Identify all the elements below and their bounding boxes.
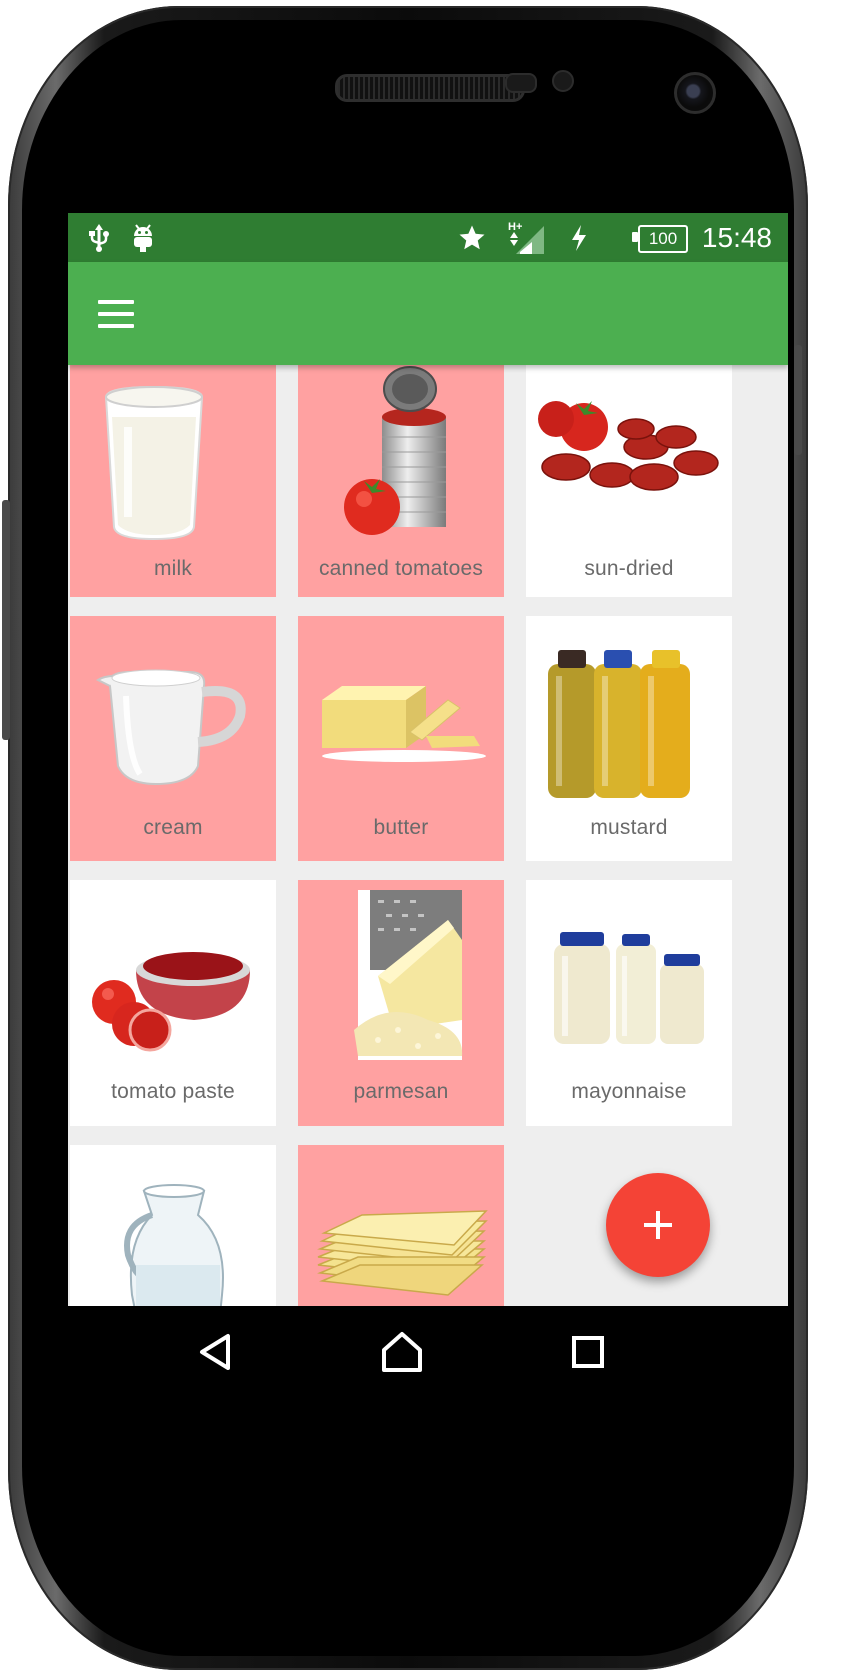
grid-item-label: sun-dried — [584, 557, 674, 580]
grid-item-label: tomato paste — [111, 1080, 235, 1103]
grid-item-label: butter — [373, 816, 429, 839]
mayonnaise-jars-image — [554, 932, 704, 1044]
app-toolbar — [68, 262, 788, 365]
front-camera — [674, 72, 716, 114]
status-time: 15:48 — [701, 222, 772, 253]
butter-image — [322, 686, 486, 762]
star-icon — [454, 213, 490, 262]
milk-glass-image — [104, 385, 204, 541]
android-debug-icon — [126, 213, 160, 262]
grid-item-milk[interactable]: milk — [70, 357, 276, 597]
plus-icon — [644, 1211, 672, 1239]
grid-item-mayonnaise[interactable]: mayonnaise — [526, 880, 732, 1126]
tomato-paste-image — [92, 952, 250, 1052]
earpiece-speaker — [335, 74, 525, 102]
grid-item-label: parmesan — [353, 1080, 449, 1103]
grid-item-parmesan[interactable]: parmesan — [298, 880, 504, 1126]
recents-icon[interactable] — [556, 1320, 620, 1384]
volume-button — [2, 500, 10, 740]
parmesan-image — [354, 890, 463, 1060]
grid-item-label: mayonnaise — [571, 1080, 687, 1103]
light-sensor — [552, 70, 574, 92]
grid-item-label: cream — [143, 816, 203, 839]
signal-icon: H+ — [504, 213, 548, 262]
network-type-label: H+ — [508, 221, 522, 233]
battery-level: 100 — [648, 229, 678, 248]
mustard-bottles-image — [548, 650, 690, 798]
charging-icon — [568, 213, 590, 262]
grid-item-mustard[interactable]: mustard — [526, 616, 732, 861]
back-icon[interactable] — [184, 1320, 248, 1384]
cream-jug-image — [96, 669, 246, 786]
sun-dried-tomatoes-image — [538, 401, 719, 491]
hamburger-menu-icon[interactable] — [94, 292, 138, 336]
grid-item-cream[interactable]: cream — [70, 616, 276, 861]
status-bar: H+ 100 15:48 — [68, 213, 788, 262]
grid-item-label: mustard — [590, 816, 668, 839]
grid-item-butter[interactable]: butter — [298, 616, 504, 861]
grid-item-sun-dried[interactable]: sun-dried — [526, 357, 732, 597]
grid-item-canned-tomatoes[interactable]: canned tomatoes — [298, 357, 504, 597]
power-button — [794, 345, 802, 455]
grid-item-label: milk — [153, 557, 193, 580]
grid-item-label: canned tomatoes — [318, 557, 484, 580]
proximity-sensor — [505, 73, 537, 93]
home-icon[interactable] — [370, 1320, 434, 1384]
navigation-bar — [68, 1306, 788, 1396]
add-button[interactable] — [606, 1173, 710, 1277]
usb-icon — [84, 213, 114, 262]
canned-tomatoes-image — [344, 366, 446, 535]
app-screen: H+ 100 15:48 milk canned tomatoes sun-dr… — [68, 213, 788, 1396]
grid-item-tomato-paste[interactable]: tomato paste — [70, 880, 276, 1126]
battery-icon: 100 — [638, 225, 688, 253]
